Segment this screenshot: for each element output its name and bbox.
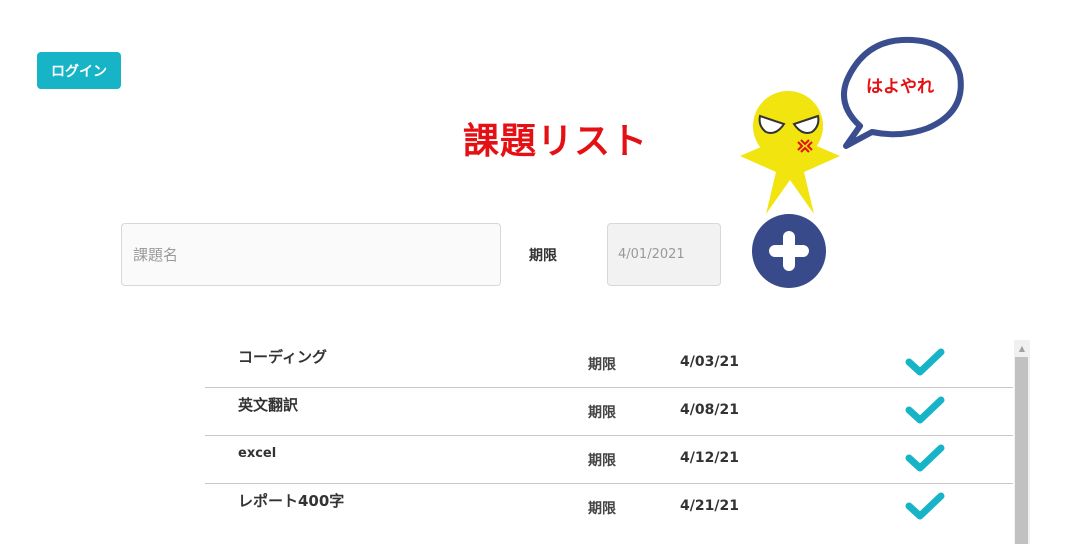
list-item[interactable]: コーディング 期限 4/03/21 <box>205 340 1013 388</box>
list-item[interactable]: excel 期限 4/12/21 <box>205 436 1013 484</box>
task-deadline-label: 期限 <box>588 453 616 469</box>
task-date: 4/21/21 <box>680 498 739 514</box>
task-list: コーディング 期限 4/03/21 英文翻訳 期限 4/08/21 excel … <box>205 340 1013 544</box>
check-icon[interactable] <box>905 443 945 473</box>
task-date: 4/12/21 <box>680 450 739 466</box>
add-task-button[interactable] <box>752 214 826 288</box>
task-name: 英文翻訳 <box>238 396 299 414</box>
task-deadline-label: 期限 <box>588 405 616 421</box>
login-button[interactable]: ログイン <box>37 52 121 89</box>
task-name: excel <box>238 446 277 461</box>
page-title: 課題リスト <box>463 121 649 162</box>
scroll-thumb[interactable] <box>1015 357 1028 544</box>
task-name-input[interactable] <box>121 223 501 286</box>
task-name: コーディング <box>238 348 327 366</box>
task-deadline-label: 期限 <box>588 357 616 373</box>
task-date: 4/03/21 <box>680 354 739 370</box>
task-list-scrollbar[interactable]: ▲ <box>1014 340 1030 544</box>
deadline-date-value: 4/01/2021 <box>618 247 685 262</box>
speech-text: はよやれ <box>866 77 934 97</box>
check-icon[interactable] <box>905 347 945 377</box>
list-item[interactable]: 英文翻訳 期限 4/08/21 <box>205 388 1013 436</box>
deadline-date-input[interactable]: 4/01/2021 <box>607 223 721 286</box>
list-item[interactable]: レポート400字 期限 4/21/21 <box>205 484 1013 531</box>
check-icon[interactable] <box>905 395 945 425</box>
deadline-label: 期限 <box>529 248 557 264</box>
speech-bubble: はよやれ <box>841 36 964 149</box>
task-deadline-label: 期限 <box>588 501 616 517</box>
scroll-up-arrow-icon[interactable]: ▲ <box>1014 340 1030 356</box>
task-date: 4/08/21 <box>680 402 739 418</box>
check-icon[interactable] <box>905 491 945 521</box>
mascot-illustration: はよやれ <box>740 36 964 214</box>
task-name: レポート400字 <box>238 492 345 510</box>
